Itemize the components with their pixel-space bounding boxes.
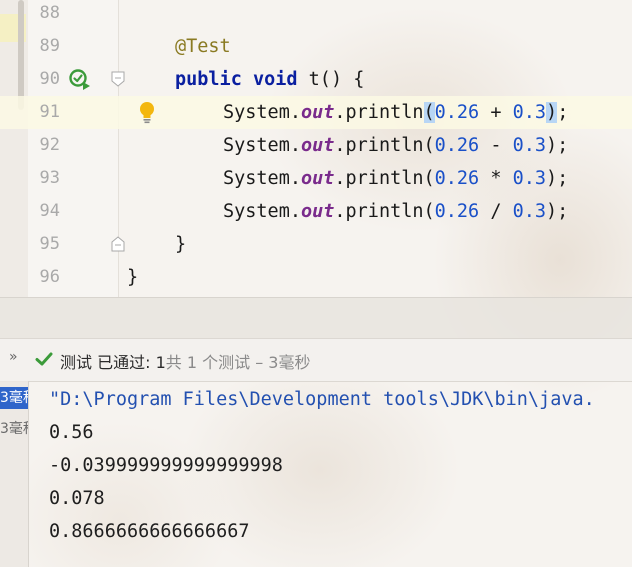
line-number: 94	[39, 201, 60, 221]
code-line-95[interactable]: 95 }	[0, 228, 632, 261]
test-status-bar: » 测试 已通过: 1共 1 个测试 – 3毫秒	[0, 338, 632, 382]
tests-passed-label: 测试 已通过: 1	[60, 353, 166, 372]
line-number: 90	[39, 69, 60, 89]
tree-item[interactable]: 3毫秒	[0, 418, 28, 440]
fold-icon[interactable]	[111, 71, 125, 87]
code-line-93[interactable]: 93 System.out.println(0.26 * 0.3);	[0, 162, 632, 195]
code-editor[interactable]: 88 89 @Test 90 public void t() { 91 Syst…	[0, 0, 632, 297]
code-line-89[interactable]: 89 @Test	[0, 30, 632, 63]
println-add: System.out.println(0.26 + 0.3);	[223, 102, 569, 123]
code-line-94[interactable]: 94 System.out.println(0.26 / 0.3);	[0, 195, 632, 228]
test-tree: 3毫秒 3毫秒	[0, 381, 29, 567]
console-line: 0.56	[49, 422, 94, 443]
check-icon	[35, 352, 53, 366]
console-output[interactable]: "D:\Program Files\Development tools\JDK\…	[49, 383, 632, 567]
println-divide: System.out.println(0.26 / 0.3);	[223, 201, 569, 222]
console-line: -0.039999999999999998	[49, 455, 283, 476]
panel-divider[interactable]	[0, 297, 632, 339]
line-number: 96	[39, 267, 60, 287]
tests-summary-label: 共 1 个测试 – 3毫秒	[165, 353, 311, 372]
test-status-text: 测试 已通过: 1共 1 个测试 – 3毫秒	[60, 349, 310, 373]
line-number: 93	[39, 168, 60, 188]
run-test-icon[interactable]	[68, 69, 92, 91]
line-number: 95	[39, 234, 60, 254]
intention-bulb-icon[interactable]	[138, 101, 156, 125]
class-close-brace: }	[127, 267, 139, 288]
code-line-90[interactable]: 90 public void t() {	[0, 63, 632, 96]
console-command-line: "D:\Program Files\Development tools\JDK\…	[49, 389, 595, 410]
code-line-92[interactable]: 92 System.out.println(0.26 - 0.3);	[0, 129, 632, 162]
console-line: 0.078	[49, 488, 105, 509]
method-close-brace: }	[175, 234, 187, 255]
tree-item-selected[interactable]: 3毫秒	[0, 387, 28, 409]
console-line: 0.8666666666666667	[49, 521, 250, 542]
annotation-test: @Test	[175, 36, 231, 57]
line-number: 89	[39, 36, 60, 56]
println-multiply: System.out.println(0.26 * 0.3);	[223, 168, 569, 189]
line-number: 92	[39, 135, 60, 155]
line-number: 91	[39, 102, 60, 122]
code-line-91[interactable]: 91 System.out.println(0.26 + 0.3);	[0, 96, 632, 129]
code-line-96[interactable]: 96 }	[0, 261, 632, 294]
println-subtract: System.out.println(0.26 - 0.3);	[223, 135, 569, 156]
line-number: 88	[39, 3, 60, 23]
fold-end-icon[interactable]	[111, 236, 125, 252]
method-signature: public void t() {	[175, 69, 365, 90]
code-line-88[interactable]: 88	[0, 0, 632, 30]
expand-icon[interactable]: »	[9, 349, 18, 365]
